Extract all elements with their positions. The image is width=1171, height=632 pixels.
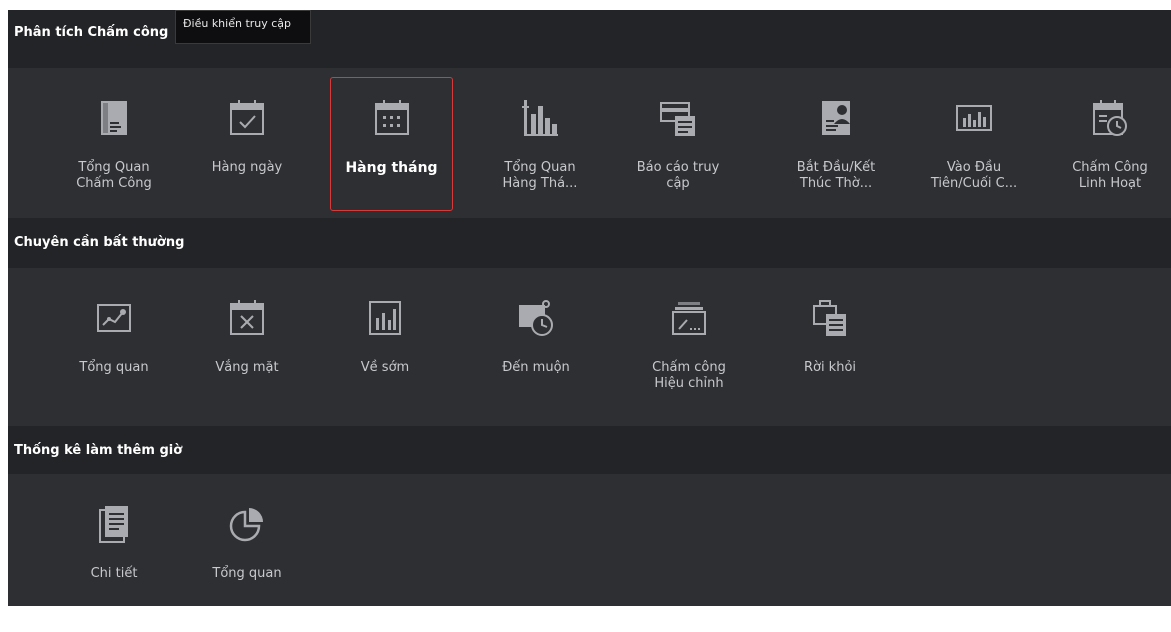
tile-overtime-overview[interactable]: Tổng quan	[185, 484, 309, 632]
tile-daily[interactable]: Hàng ngày	[185, 78, 309, 226]
calendar-x-icon	[227, 298, 267, 338]
chart-panel-icon	[365, 298, 405, 338]
tile-label: Tổng quan	[79, 360, 149, 375]
tile-label: Đến muộn	[502, 360, 570, 375]
calendar-grid-icon	[372, 98, 412, 138]
person-card-icon	[816, 98, 856, 138]
tile-label: Về sớm	[360, 360, 410, 375]
bar-chart-icon	[520, 98, 560, 138]
tile-overtime-detail[interactable]: Chi tiết	[52, 484, 176, 632]
section-title: Phân tích Chấm công	[14, 25, 169, 40]
tile-monthly[interactable]: Hàng tháng	[330, 77, 453, 211]
trend-line-icon	[94, 298, 134, 338]
tile-label: Chấm Công Linh Hoạt	[1072, 160, 1148, 191]
tile-absent[interactable]: Vắng mặt	[185, 278, 309, 426]
tile-label: Tổng Quan Chấm Công	[76, 160, 152, 191]
tile-label: Hàng ngày	[211, 160, 283, 175]
tile-label: Chấm công Hiệu chỉnh	[652, 360, 726, 391]
tile-label: Vắng mặt	[215, 360, 279, 375]
tile-monthly-overview[interactable]: Tổng Quan Hàng Thá...	[478, 78, 602, 226]
tile-corrected-attendance[interactable]: Chấm công Hiệu chỉnh	[627, 278, 751, 426]
briefcase-icon	[810, 298, 850, 338]
edit-tray-icon	[669, 298, 709, 338]
tile-attendance-overview[interactable]: Tổng Quan Chấm Công	[52, 78, 176, 226]
access-card-icon	[658, 98, 698, 138]
calendar-check-icon	[227, 98, 267, 138]
tile-flexible-attendance[interactable]: Chấm Công Linh Hoạt	[1048, 78, 1171, 226]
late-clock-icon	[516, 298, 556, 338]
pie-chart-icon	[227, 504, 267, 544]
tile-label: Bắt Đầu/Kết Thúc Thờ...	[796, 160, 876, 191]
tile-access-report[interactable]: Báo cáo truy cập	[616, 78, 740, 226]
tile-abnormal-overview[interactable]: Tổng quan	[52, 278, 176, 426]
tile-label: Hàng tháng	[345, 160, 438, 176]
section-title: Chuyên cần bất thường	[14, 235, 185, 250]
tile-early-leave[interactable]: Về sớm	[323, 278, 447, 426]
section-header-abnormal-attendance: Chuyên cần bất thường	[8, 220, 1171, 265]
monitor-chart-icon	[954, 98, 994, 138]
calendar-clock-icon	[1090, 98, 1130, 138]
tile-label: Báo cáo truy cập	[636, 160, 720, 191]
tile-leave[interactable]: Rời khỏi	[768, 278, 892, 426]
tile-first-last-entry[interactable]: Vào Đầu Tiên/Cuối C...	[912, 78, 1036, 226]
section-abnormal-attendance: Tổng quan Vắng mặt Về sớm Đến muộn Chấm …	[8, 268, 1171, 426]
overview-report-icon	[94, 98, 134, 138]
tile-label: Vào Đầu Tiên/Cuối C...	[930, 160, 1018, 191]
tile-late[interactable]: Đến muộn	[474, 278, 598, 426]
tile-label: Rời khỏi	[803, 360, 857, 375]
section-header-overtime-statistics: Thống kê làm thêm giờ	[8, 428, 1171, 473]
section-attendance-analysis: Tổng Quan Chấm Công Hàng ngày Hàng tháng…	[8, 68, 1171, 218]
section-overtime-statistics: Chi tiết Tổng quan	[8, 474, 1171, 606]
tile-label: Tổng Quan Hàng Thá...	[502, 160, 578, 191]
tile-label: Chi tiết	[90, 566, 138, 581]
tile-label: Tổng quan	[212, 566, 282, 581]
section-title: Thống kê làm thêm giờ	[14, 443, 183, 458]
tooltip: Điều khiển truy cập	[175, 10, 311, 44]
document-list-icon	[94, 504, 134, 544]
tile-start-end-time[interactable]: Bắt Đầu/Kết Thúc Thờ...	[774, 78, 898, 226]
attendance-report-panel: Phân tích Chấm công Tổng Quan Chấm Công	[8, 10, 1171, 606]
